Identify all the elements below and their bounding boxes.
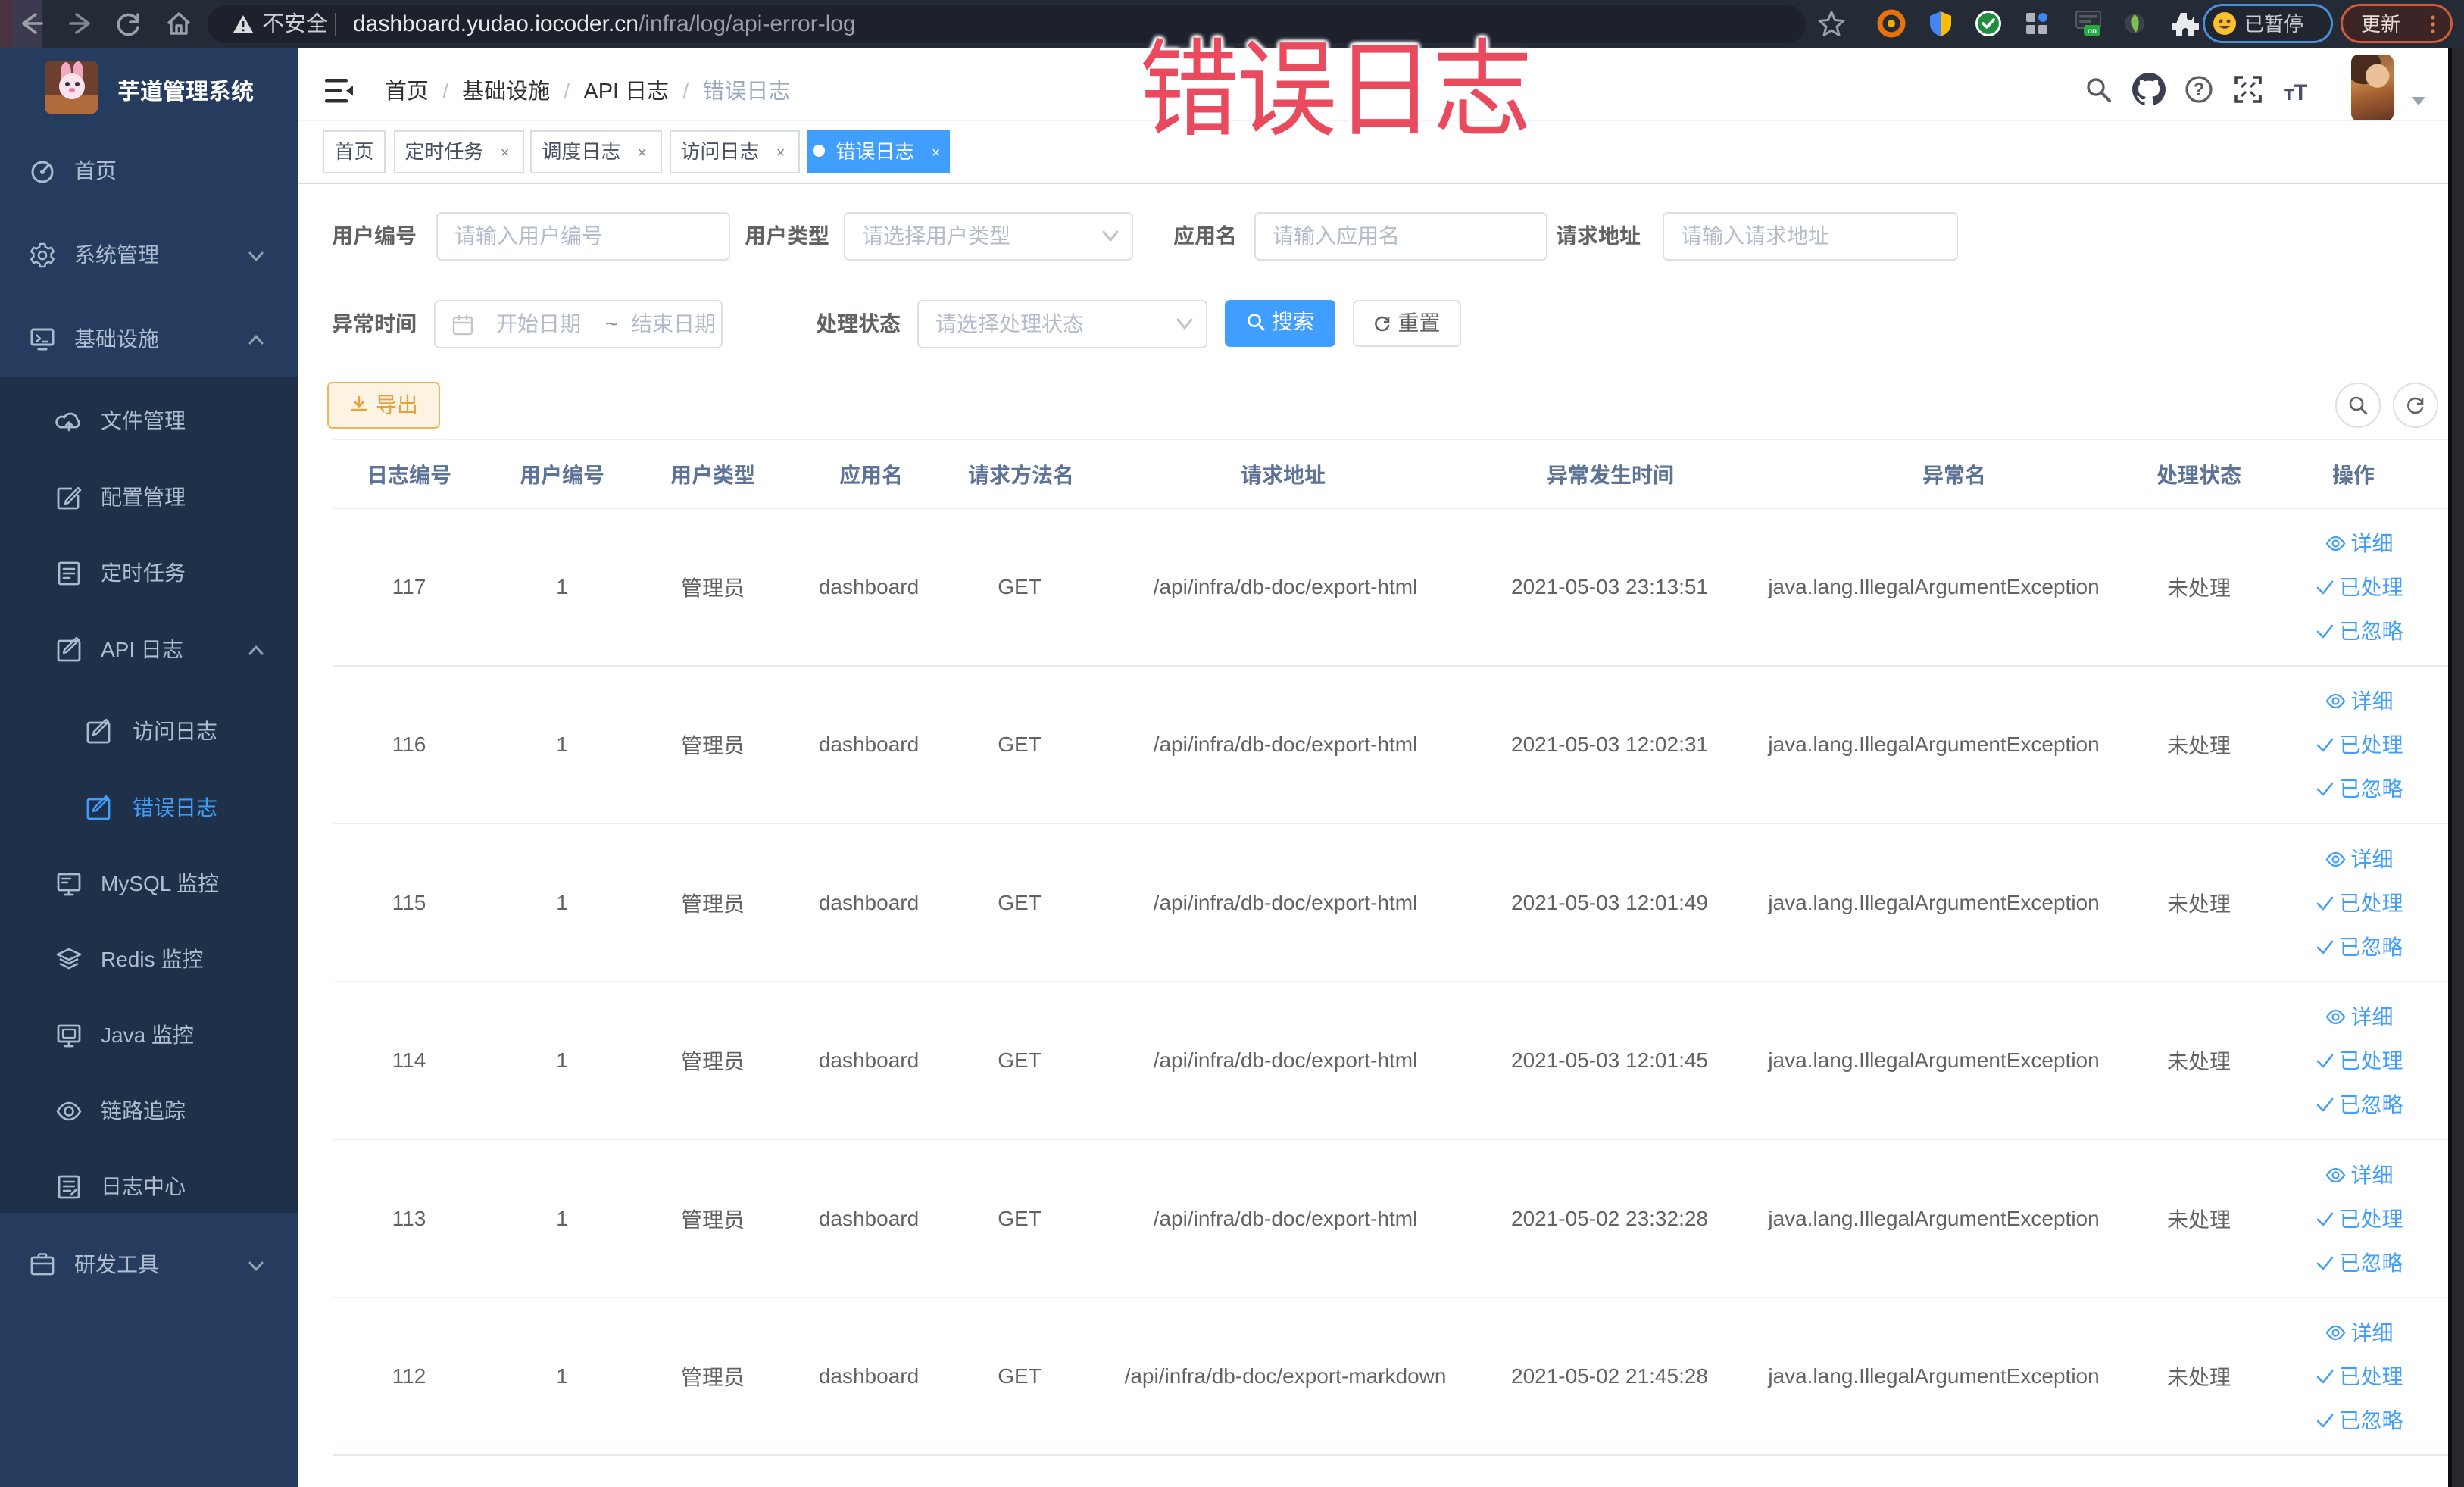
svg-text:T: T xyxy=(2284,87,2294,104)
svg-text:on: on xyxy=(2088,27,2097,36)
svg-text:T: T xyxy=(2294,80,2307,105)
svg-text:?: ? xyxy=(2194,80,2205,100)
